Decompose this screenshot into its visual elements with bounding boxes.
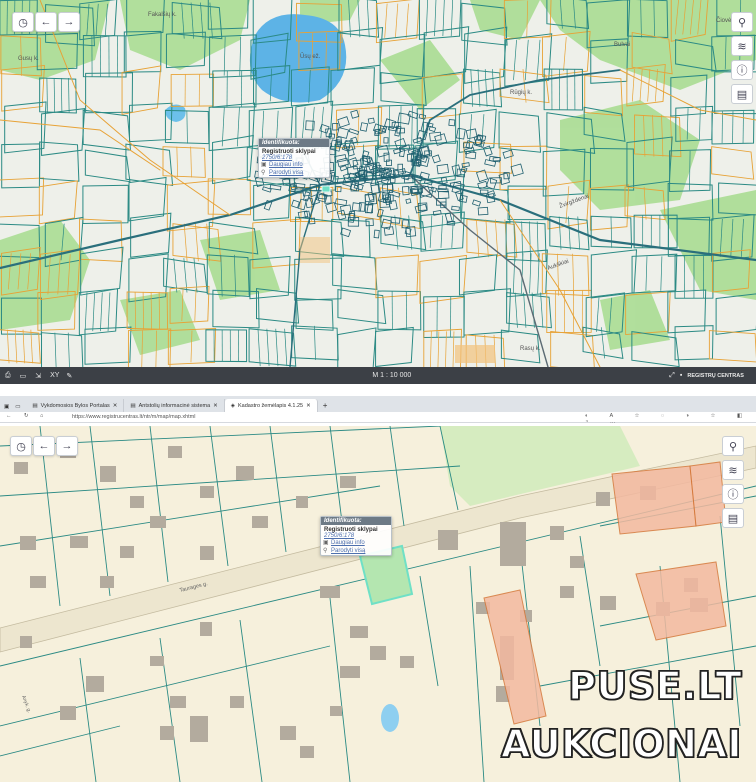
- clock-icon: ◷: [16, 440, 26, 453]
- place-label: Rūgių k.: [510, 90, 532, 96]
- doc-icon: ▤: [130, 402, 136, 409]
- zoom-icon: ⚲: [323, 548, 328, 554]
- print-icon[interactable]: ⎙: [5, 372, 11, 380]
- legend-button-detail[interactable]: ▤: [722, 508, 744, 528]
- search-button[interactable]: ⚲: [731, 12, 753, 32]
- search-icon: ⚲: [728, 440, 738, 453]
- lake: [249, 14, 347, 103]
- identify-popup: Identifikuota: Registruoti sklypai 2750/…: [258, 138, 330, 178]
- show-all-link[interactable]: ⚲ Parodyti visą: [321, 547, 391, 555]
- info-icon: ⓘ: [736, 65, 748, 77]
- brand-label: REGISTRŲ CENTRAS: [687, 372, 744, 379]
- place-label: Bulvai: [614, 42, 630, 48]
- watermark-line2: AUKCIONAI: [500, 721, 742, 767]
- watermark-line1: PUSE.LT: [567, 663, 742, 709]
- info-button[interactable]: ⓘ: [731, 60, 753, 80]
- layers-icon: ≋: [737, 40, 747, 53]
- history-button[interactable]: ◷: [12, 12, 34, 32]
- identify-popup-detail: Identifikuota: Registruoti sklypai 2750/…: [320, 516, 392, 556]
- more-info-link[interactable]: ▣ Daugiau info: [259, 161, 329, 169]
- fullscreen-icon[interactable]: ⤢: [669, 372, 675, 380]
- clock-icon: ◷: [18, 16, 28, 29]
- search-button-detail[interactable]: ⚲: [722, 436, 744, 456]
- doc-icon: ▤: [32, 402, 38, 409]
- place-label: Rasų k.: [520, 346, 541, 352]
- browser-tabbar: ▣ ▭ ▤ Vykdomosios Bylos Portalas ✕ ▤ Antsto…: [0, 396, 756, 412]
- close-icon[interactable]: ✕: [306, 403, 311, 409]
- back-button[interactable]: ←: [35, 12, 57, 32]
- layers-button[interactable]: ≋: [731, 36, 753, 56]
- back-icon[interactable]: ←: [6, 413, 12, 419]
- tab-kadastras[interactable]: ◈ Kadastro žemėlapis 4.1.25 ✕: [224, 399, 318, 412]
- document-icon: ▤: [727, 512, 739, 525]
- place-label: Čiovė: [716, 17, 732, 24]
- overview-map-canvas[interactable]: Fakalšių k. Ūsų ež. Gusų k. Rūgių k. Bulvai Č…: [0, 0, 756, 367]
- arrow-right-icon: →: [63, 16, 75, 28]
- eraser-icon[interactable]: ✎: [66, 372, 72, 380]
- arrow-right-icon: →: [61, 440, 73, 452]
- info-small-icon: ▣: [323, 540, 329, 546]
- url-field[interactable]: https://www.registrucentras.lt/ntr/m/map…: [72, 414, 195, 420]
- arrow-left-icon: ←: [38, 440, 50, 452]
- export-icon[interactable]: ⇲: [35, 372, 41, 380]
- pond: [381, 704, 399, 732]
- tab-vbp[interactable]: ▤ Vykdomosios Bylos Portalas ✕: [26, 399, 125, 412]
- forward-button-detail[interactable]: →: [56, 436, 78, 456]
- place-label: Fakalšių k.: [148, 12, 177, 18]
- info-small-icon: ▣: [261, 162, 267, 168]
- popup-title: Registruoti sklypai: [262, 149, 316, 155]
- layers-button-detail[interactable]: ≋: [722, 460, 744, 480]
- layers-icon: ≋: [728, 464, 738, 477]
- xy-tool[interactable]: XY: [50, 372, 59, 379]
- info-button-detail[interactable]: ⓘ: [722, 484, 744, 504]
- history-button-detail[interactable]: ◷: [10, 436, 32, 456]
- orange-parcels: [455, 345, 495, 363]
- sidebar-icon[interactable]: ▭: [13, 404, 26, 412]
- arrow-left-icon: ←: [40, 16, 52, 28]
- search-icon: ⚲: [737, 16, 747, 29]
- home-icon[interactable]: ⌂: [40, 413, 43, 419]
- zoom-icon: ⚲: [261, 170, 266, 176]
- forward-button[interactable]: →: [58, 12, 80, 32]
- map-icon: ◈: [230, 402, 235, 409]
- more-info-link[interactable]: ▣ Daugiau info: [321, 539, 391, 547]
- selected-parcel-highlight: [321, 185, 331, 193]
- document-icon: ▤: [736, 88, 748, 101]
- reload-icon[interactable]: ↻: [24, 413, 29, 419]
- info-icon: ⓘ: [727, 489, 739, 501]
- back-button-detail[interactable]: ←: [33, 436, 55, 456]
- address-bar: ← ↻ ⌂ https://www.registrucentras.lt/ntr…: [0, 412, 756, 425]
- overview-map[interactable]: Fakalšių k. Ūsų ež. Gusų k. Rūgių k. Bulvai Č…: [0, 0, 756, 384]
- map-statusbar: ⎙ ▭ ⇲ XY ✎ M 1 : 10 000 ⤢ ▪ REGISTRŲ CEN…: [0, 367, 756, 384]
- close-icon[interactable]: ✕: [213, 403, 218, 409]
- place-label: Gusų k.: [18, 56, 39, 62]
- chat-icon[interactable]: ▪: [680, 372, 682, 379]
- image-divider: [0, 384, 756, 396]
- tab-ais[interactable]: ▤ Antstolių informacinė sistema ✕: [124, 399, 225, 412]
- scale-readout[interactable]: M 1 : 10 000: [372, 372, 411, 379]
- place-label: Ūsų ež.: [300, 53, 321, 60]
- lake-small: [165, 104, 186, 122]
- close-icon[interactable]: ✕: [113, 403, 118, 409]
- legend-button[interactable]: ▤: [731, 84, 753, 104]
- popup-header: Identifikuota:: [321, 517, 391, 525]
- popup-title: Registruoti sklypai: [324, 527, 378, 533]
- show-all-link[interactable]: ⚲ Parodyti visą: [259, 169, 329, 177]
- ruler-icon[interactable]: ▭: [20, 372, 27, 380]
- new-tab-button[interactable]: +: [318, 401, 333, 412]
- tab-actions-icon[interactable]: ▣: [0, 404, 13, 412]
- orange-parcels-2: [300, 237, 330, 263]
- popup-header: Identifikuota:: [259, 139, 329, 147]
- browser-window: ▣ ▭ ▤ Vykdomosios Bylos Portalas ✕ ▤ Antsto…: [0, 396, 756, 782]
